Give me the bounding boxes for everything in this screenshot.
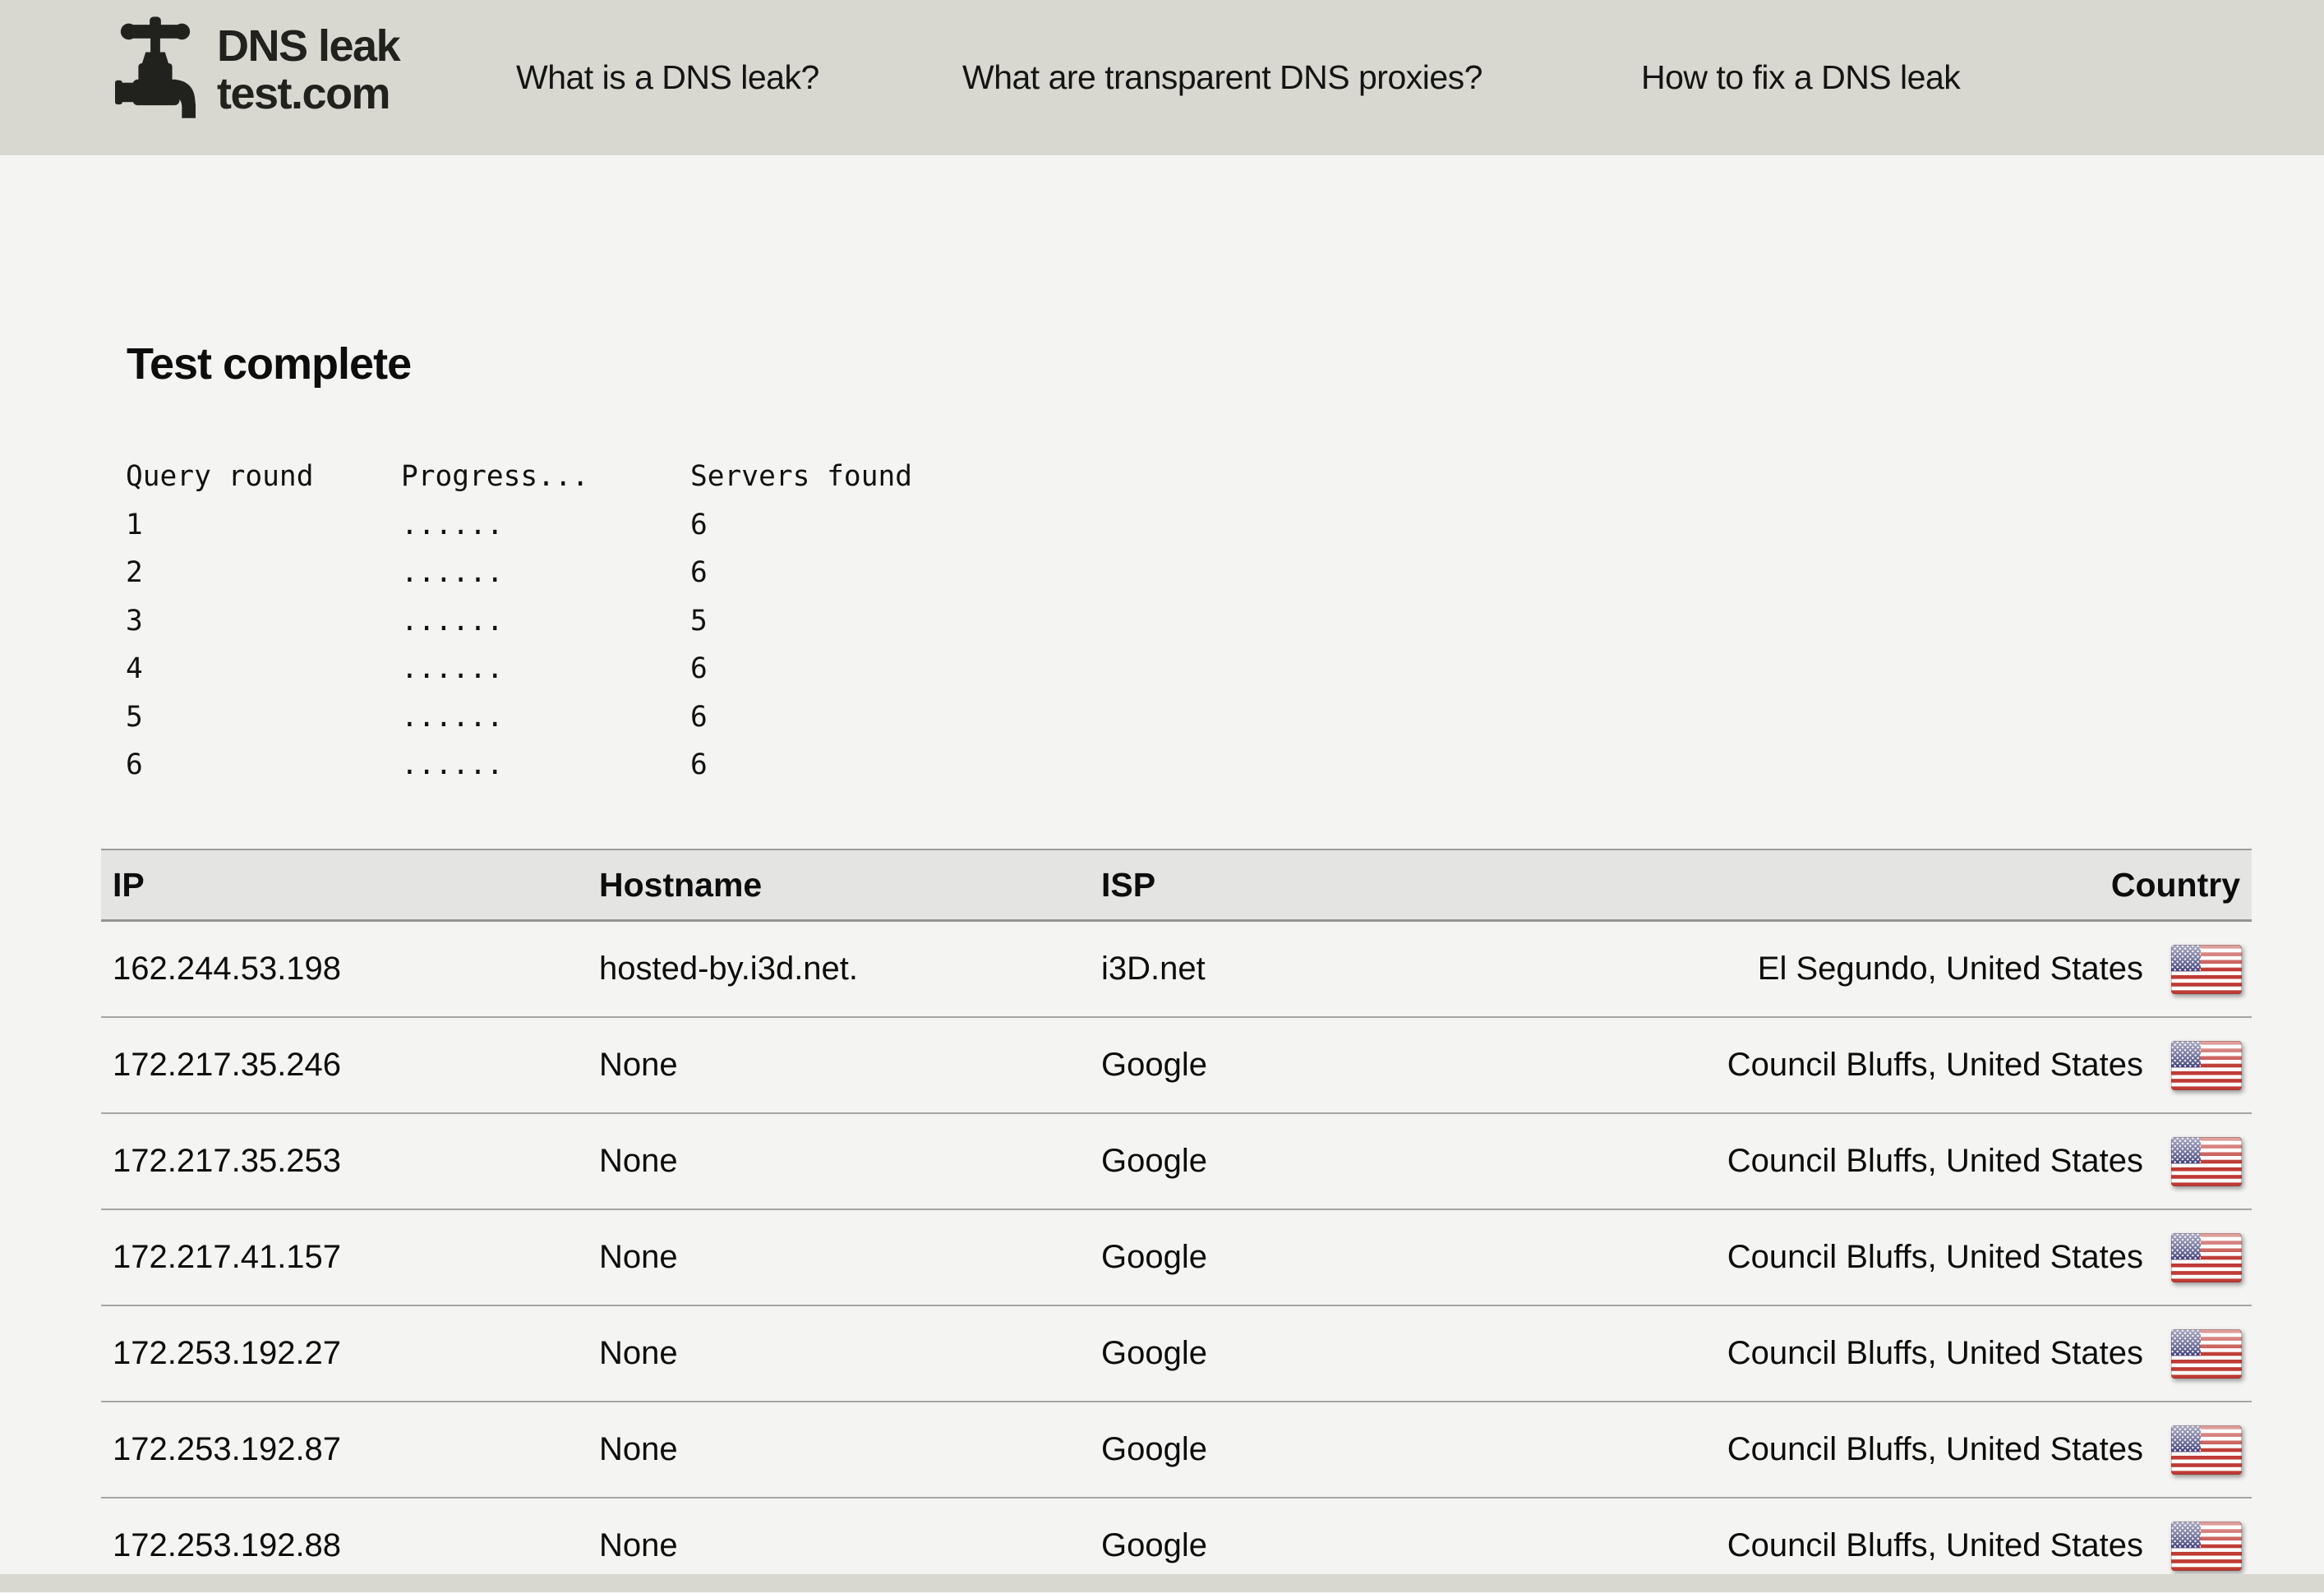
query-row: 3 ...... 5 [126,597,1035,646]
query-round-value: 6 [126,741,401,790]
top-navigation-bar: DNS leak test.com What is a DNS leak? Wh… [0,0,2324,155]
table-row: 172.253.192.87 None Google Council Bluff… [101,1401,2252,1497]
logo-line-2: test.com [217,70,399,117]
ip-cell: 172.217.35.253 [101,1143,599,1180]
query-round-header: Query round [126,453,401,501]
query-round-value: 1 [126,501,401,550]
page-title: Test complete [127,342,411,386]
isp-cell: i3D.net [1101,951,1561,988]
query-row: 4 ...... 6 [126,645,1035,693]
query-table-header-row: Query round Progress... Servers found [126,453,1035,501]
isp-cell: Google [1101,1047,1561,1084]
table-row: 172.217.35.253 None Google Council Bluff… [101,1112,2252,1209]
dns-servers-table: IP Hostname ISP Country 162.244.53.198 h… [101,849,2252,1593]
country-cell: Council Bluffs, United States [1561,1425,2252,1475]
country-label: Council Bluffs, United States [1727,1431,2143,1468]
country-label: Council Bluffs, United States [1727,1527,2143,1564]
ip-cell: 172.253.192.87 [101,1431,599,1468]
isp-cell: Google [1101,1143,1561,1180]
faucet-icon [115,16,196,123]
progress-dots: ...... [401,741,690,790]
hostname-cell: None [599,1335,1101,1372]
hostname-cell: None [599,1239,1101,1276]
query-round-value: 5 [126,693,401,742]
query-progress-table: Query round Progress... Servers found 1 … [126,453,1035,790]
us-flag-icon [2171,1137,2242,1186]
country-cell: El Segundo, United States [1561,945,2252,994]
us-flag-icon [2171,1233,2242,1282]
hostname-cell: None [599,1527,1101,1564]
isp-cell: Google [1101,1527,1561,1564]
site-logo[interactable]: DNS leak test.com [115,16,399,123]
servers-found-value: 6 [690,741,1035,790]
ip-cell: 172.217.41.157 [101,1239,599,1276]
nav-link-what-is-a-dns-leak[interactable]: What is a DNS leak? [516,0,819,155]
ip-cell: 162.244.53.198 [101,951,599,988]
country-cell: Council Bluffs, United States [1561,1233,2252,1282]
progress-dots: ...... [401,501,690,550]
table-row: 162.244.53.198 hosted-by.i3d.net. i3D.ne… [101,922,2252,1016]
table-row: 172.253.192.27 None Google Council Bluff… [101,1305,2252,1401]
table-row: 172.217.35.246 None Google Council Bluff… [101,1016,2252,1112]
us-flag-icon [2171,1522,2242,1571]
servers-found-value: 6 [690,693,1035,742]
query-round-value: 4 [126,645,401,693]
isp-column-header: ISP [1101,866,1561,905]
isp-cell: Google [1101,1431,1561,1468]
us-flag-icon [2171,1425,2242,1475]
country-cell: Council Bluffs, United States [1561,1041,2252,1090]
country-label: Council Bluffs, United States [1727,1335,2143,1372]
isp-cell: Google [1101,1239,1561,1276]
country-cell: Council Bluffs, United States [1561,1137,2252,1186]
progress-header: Progress... [401,453,690,501]
isp-cell: Google [1101,1335,1561,1372]
query-row: 6 ...... 6 [126,741,1035,790]
progress-dots: ...... [401,693,690,742]
hostname-column-header: Hostname [599,866,1101,905]
country-cell: Council Bluffs, United States [1561,1522,2252,1571]
query-round-value: 2 [126,549,401,597]
progress-dots: ...... [401,645,690,693]
servers-found-value: 5 [690,597,1035,646]
progress-dots: ...... [401,549,690,597]
progress-dots: ...... [401,597,690,646]
servers-found-header: Servers found [690,453,1035,501]
query-row: 2 ...... 6 [126,549,1035,597]
country-label: Council Bluffs, United States [1727,1047,2143,1084]
table-header-row: IP Hostname ISP Country [101,849,2252,922]
logo-text: DNS leak test.com [217,22,399,117]
ip-cell: 172.253.192.88 [101,1527,599,1564]
us-flag-icon [2171,1329,2242,1379]
hostname-cell: None [599,1143,1101,1180]
hostname-cell: hosted-by.i3d.net. [599,951,1101,988]
ip-column-header: IP [101,866,599,905]
nav-link-how-to-fix-dns-leak[interactable]: How to fix a DNS leak [1641,0,1960,155]
logo-line-1: DNS leak [217,22,399,70]
servers-found-value: 6 [690,645,1035,693]
us-flag-icon [2171,945,2242,994]
country-label: Council Bluffs, United States [1727,1239,2143,1276]
country-label: El Segundo, United States [1758,951,2143,988]
nav-link-transparent-dns-proxies[interactable]: What are transparent DNS proxies? [962,0,1482,155]
query-row: 1 ...... 6 [126,501,1035,550]
servers-found-value: 6 [690,549,1035,597]
ip-cell: 172.217.35.246 [101,1047,599,1084]
hostname-cell: None [599,1047,1101,1084]
country-column-header: Country [1561,866,2252,905]
ip-cell: 172.253.192.27 [101,1335,599,1372]
table-row: 172.217.41.157 None Google Council Bluff… [101,1209,2252,1305]
country-label: Council Bluffs, United States [1727,1143,2143,1180]
servers-found-value: 6 [690,501,1035,550]
query-row: 5 ...... 6 [126,693,1035,742]
hostname-cell: None [599,1431,1101,1468]
footer-band [0,1574,2324,1592]
country-cell: Council Bluffs, United States [1561,1329,2252,1379]
us-flag-icon [2171,1041,2242,1090]
query-round-value: 3 [126,597,401,646]
